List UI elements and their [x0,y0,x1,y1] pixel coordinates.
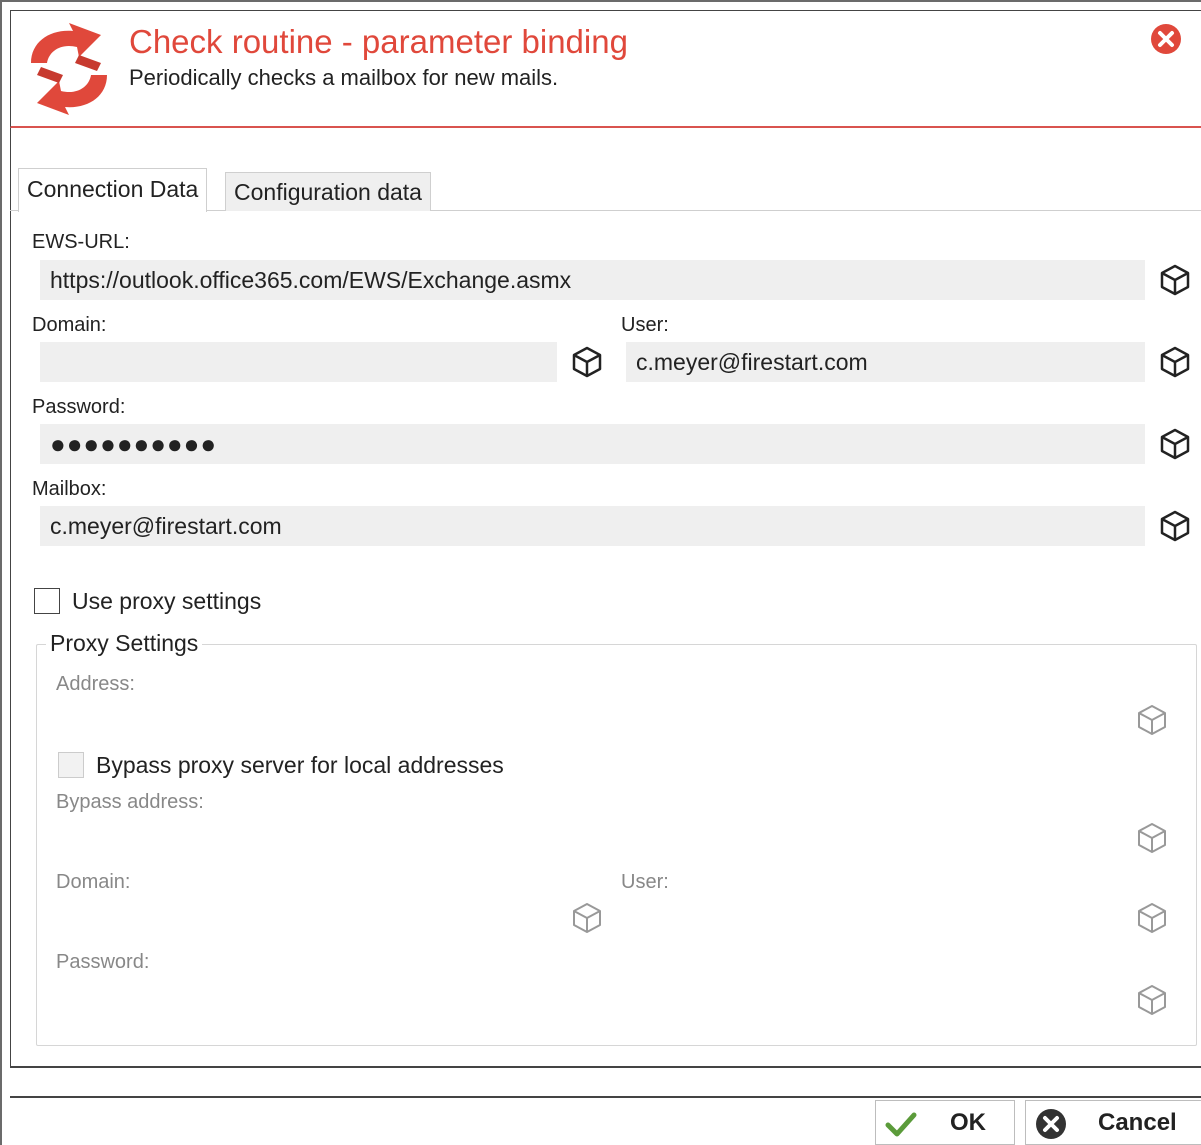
proxy-address-label: Address: [56,673,135,695]
password-label: Password: [32,396,126,418]
proxy-domain-label: Domain: [56,871,131,893]
password-field[interactable]: ●●●●●●●●●● [40,424,1145,464]
proxy-password-label: Password: [56,951,150,973]
dialog-title: Check routine - parameter binding [129,23,628,60]
footer-divider [10,1066,1201,1068]
footer-divider-bottom [10,1096,1201,1098]
mailbox-binding-button[interactable] [1158,509,1192,543]
user-binding-button[interactable] [1158,345,1192,379]
proxy-domain-binding-button[interactable] [570,901,604,935]
cancel-button[interactable]: Cancel [1025,1100,1201,1145]
mailbox-label: Mailbox: [32,478,107,500]
user-label: User: [621,314,669,336]
cube-icon [1160,264,1190,296]
ews-url-label: EWS-URL: [32,231,130,253]
password-binding-button[interactable] [1158,427,1192,461]
cube-icon [1138,903,1166,933]
ews-url-binding-button[interactable] [1158,263,1192,297]
proxy-password-binding-button[interactable] [1135,983,1169,1017]
user-field[interactable]: c.meyer@firestart.com [626,342,1145,382]
cancel-button-label: Cancel [1098,1109,1177,1136]
bypass-address-label: Bypass address: [56,791,204,813]
cancel-circle-icon [1036,1109,1066,1139]
cube-icon [1138,823,1166,853]
bypass-local-checkbox[interactable] [58,752,84,778]
cube-icon [1160,510,1190,542]
ok-button-label: OK [950,1109,986,1136]
proxy-settings-group [36,644,1197,1046]
refresh-arrows-icon [23,23,115,115]
use-proxy-checkbox[interactable] [34,588,60,614]
close-button[interactable] [1150,23,1182,55]
proxy-address-binding-button[interactable] [1135,703,1169,737]
dialog-header: Check routine - parameter binding Period… [10,10,1201,128]
cube-icon [1160,428,1190,460]
cube-icon [1138,705,1166,735]
tab-connection-data[interactable]: Connection Data [18,168,208,212]
bypass-local-label: Bypass proxy server for local addresses [96,752,504,778]
use-proxy-label: Use proxy settings [72,588,262,614]
tab-configuration-data[interactable]: Configuration data [225,172,431,211]
cube-icon [1138,985,1166,1015]
mailbox-field[interactable]: c.meyer@firestart.com [40,506,1145,546]
dialog-subtitle: Periodically checks a mailbox for new ma… [129,65,559,90]
close-circle-icon [1151,24,1181,54]
proxy-user-binding-button[interactable] [1135,901,1169,935]
ews-url-field[interactable]: https://outlook.office365.com/EWS/Exchan… [40,260,1145,300]
domain-field[interactable] [40,342,557,382]
cube-icon [572,346,602,378]
checkmark-icon [885,1112,917,1137]
proxy-settings-title: Proxy Settings [46,630,203,657]
cube-icon [1160,346,1190,378]
domain-binding-button[interactable] [570,345,604,379]
domain-label: Domain: [32,314,107,336]
bypass-address-binding-button[interactable] [1135,821,1169,855]
ok-button[interactable]: OK [875,1100,1015,1145]
proxy-user-label: User: [621,871,669,893]
cube-icon [573,903,601,933]
